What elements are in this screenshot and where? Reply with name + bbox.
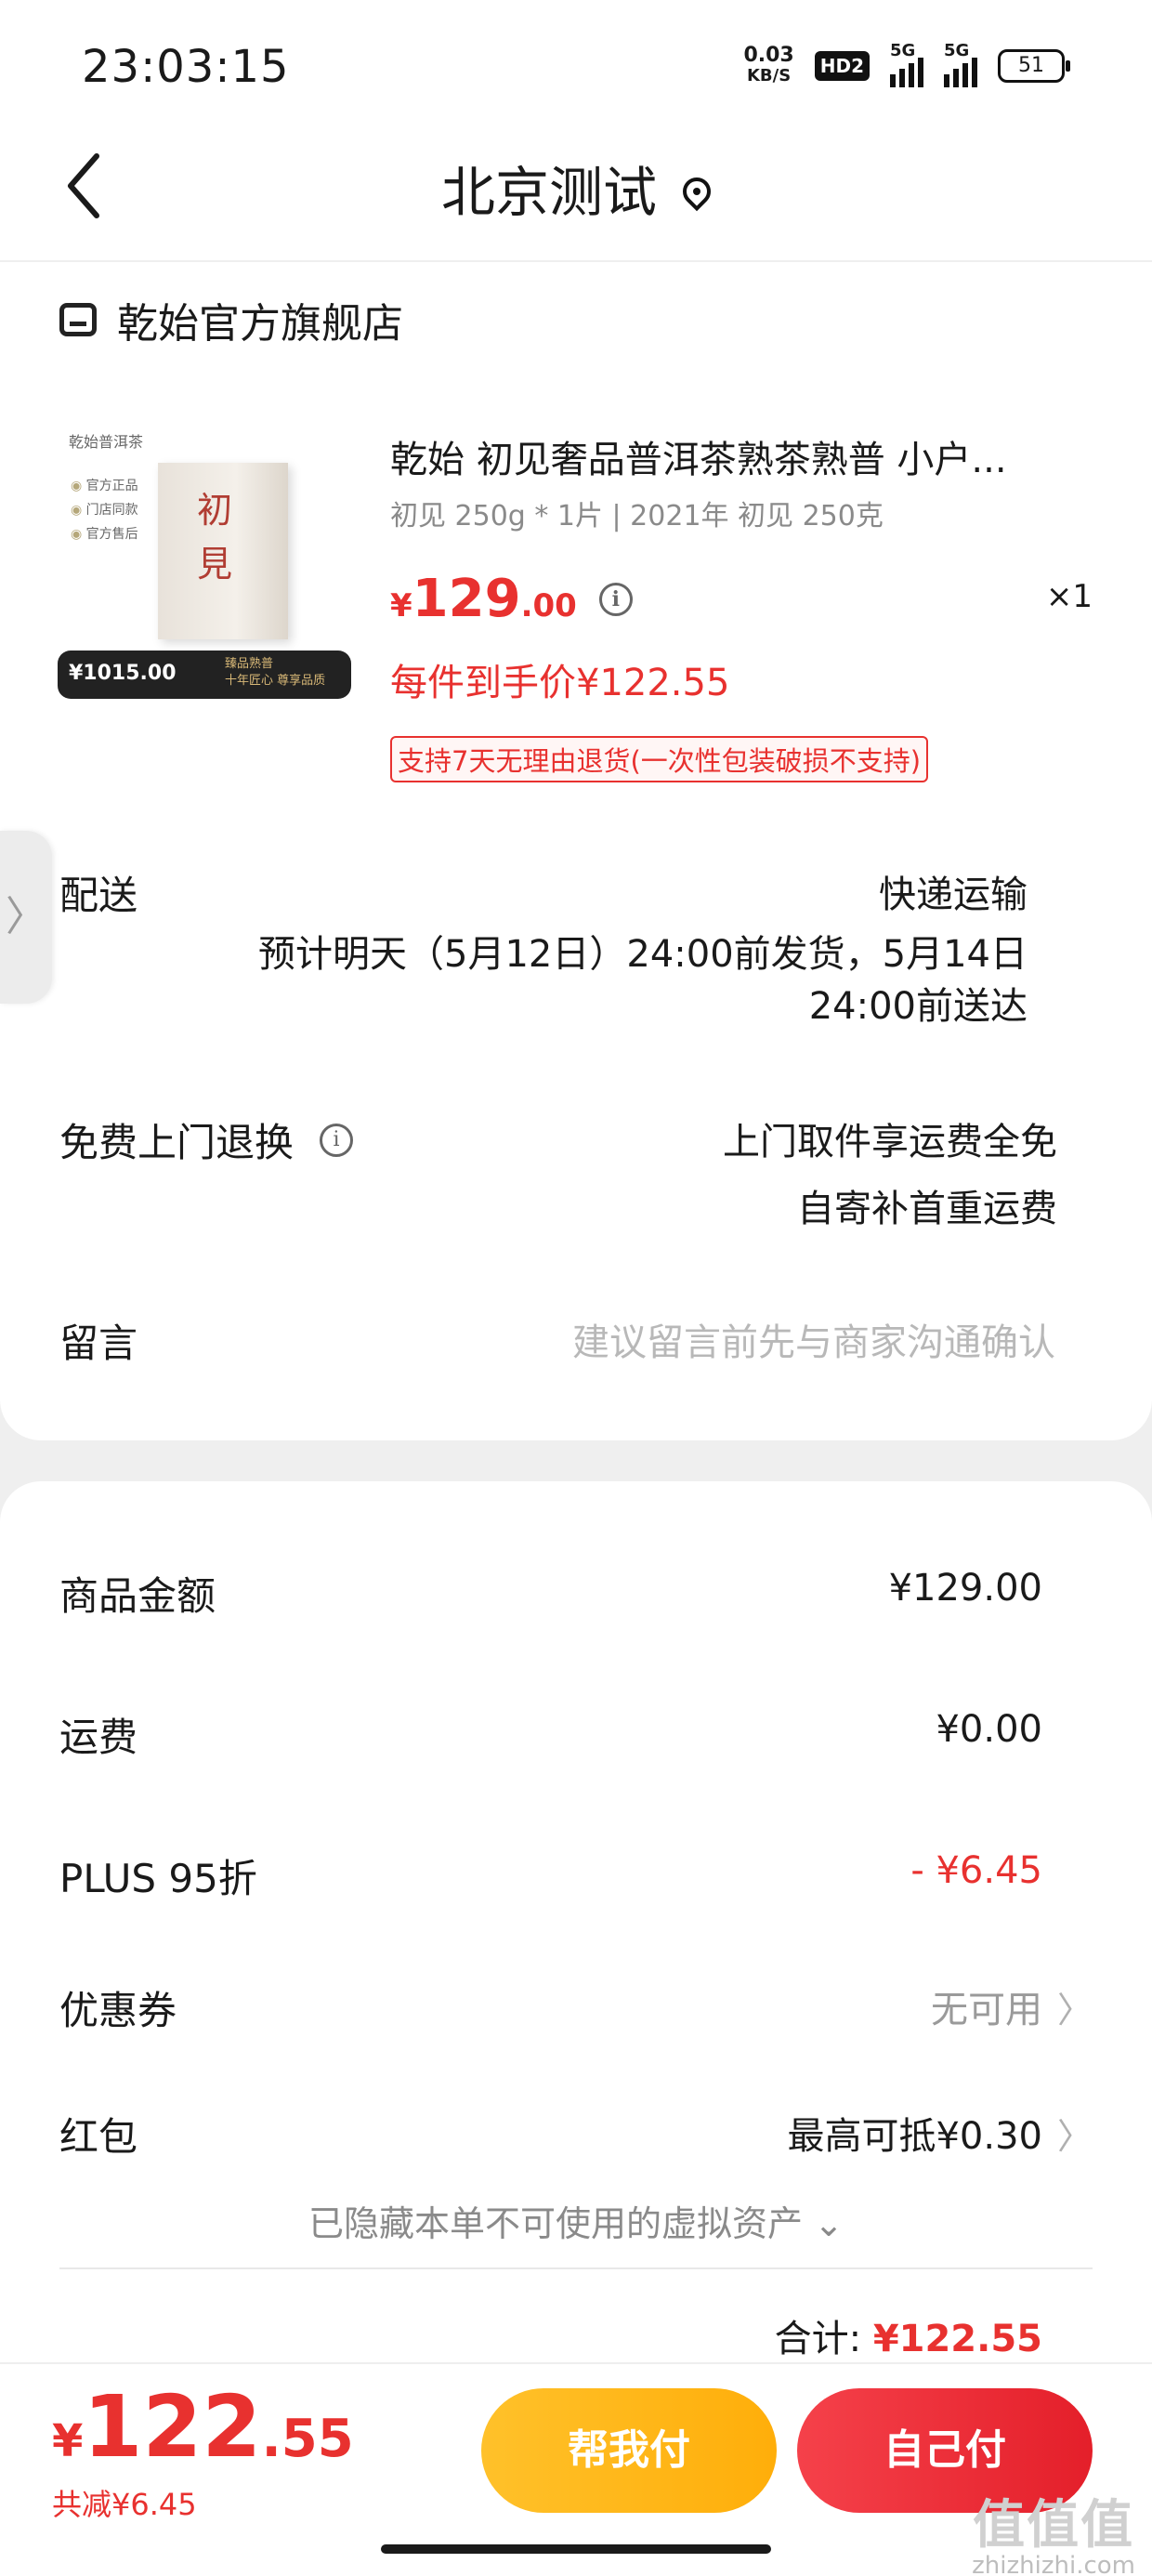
quantity: ×1	[1045, 578, 1093, 615]
red-packet-label: 红包	[59, 2114, 138, 2160]
goods-amount-value: ¥129.00	[888, 1567, 1042, 1610]
network-speed: 0.03 KB/S	[743, 44, 794, 86]
side-expand-tab[interactable]: 〉	[0, 831, 52, 1004]
address-title: 北京测试	[440, 161, 657, 224]
free-return-line1: 上门取件享运费全免	[723, 1121, 1057, 1163]
info-icon[interactable]: i	[320, 1123, 354, 1157]
delivery-eta-line2: 24:00前送达	[808, 985, 1028, 1028]
delivery-label: 配送	[59, 873, 138, 918]
shipping-value: ¥0.00	[936, 1708, 1042, 1751]
chevron-right-icon: 〉	[1056, 2115, 1093, 2157]
delivery-method[interactable]: 快递运输	[879, 864, 1028, 918]
pay-myself-button[interactable]: 自己付	[797, 2388, 1093, 2513]
status-icons: 0.03 KB/S HD2 5G 5G 51	[743, 41, 1070, 87]
delivery-eta-line1: 预计明天（5月12日）24:00前发货，5月14日	[258, 933, 1028, 976]
total-value: ¥122.55	[872, 2318, 1042, 2360]
plus-discount-label: PLUS 95折	[59, 1856, 257, 1901]
top-bar: 23:03:15 0.03 KB/S HD2 5G 5G 51 北京测试	[0, 0, 1152, 260]
price-info-icon[interactable]: i	[598, 582, 633, 616]
final-price: ¥122.55	[52, 2377, 354, 2477]
product-title[interactable]: 乾始 初见奢品普洱茶熟茶熟普 小户...	[390, 429, 1096, 483]
plus-discount-value: - ¥6.45	[910, 1849, 1042, 1892]
free-return-line2: 自寄补首重运费	[797, 1188, 1057, 1230]
coupon-row[interactable]: 无可用 〉	[931, 1979, 1093, 2033]
shipping-label: 运费	[59, 1715, 138, 1760]
unit-final-price: 每件到手价¥122.55	[390, 662, 730, 704]
store-icon	[59, 303, 97, 336]
image-brand-text: 乾始普洱茶	[69, 433, 144, 451]
shop-header[interactable]: 乾始官方旗舰店	[59, 290, 403, 349]
battery-icon: 51	[998, 49, 1070, 83]
home-indicator[interactable]	[381, 2544, 771, 2554]
chevron-down-icon: ⌄	[814, 2203, 844, 2244]
watermark-logo: 值值值 zhizhizhi.com	[972, 2495, 1135, 2576]
goods-amount-label: 商品金额	[59, 1573, 216, 1619]
product-spec: 初见 250g * 1片 | 2021年 初见 250克	[390, 500, 884, 532]
signal-icon-2: 5G	[944, 41, 977, 87]
help-me-pay-button[interactable]: 帮我付	[481, 2388, 777, 2513]
total-saved: 共减¥6.45	[52, 2487, 197, 2522]
coupon-label: 优惠券	[59, 1988, 177, 2033]
return-policy-tag: 支持7天无理由退货(一次性包装破损不支持)	[390, 736, 929, 782]
total-row: 合计: ¥122.55	[775, 2308, 1042, 2362]
location-pin-icon	[676, 171, 717, 212]
order-item-card: 乾始官方旗舰店 乾始普洱茶 官方正品 门店同款 官方售后 初 見 ¥1015.0…	[0, 262, 1152, 1440]
hidden-assets-toggle[interactable]: 已隐藏本单不可使用的虚拟资产 ⌄	[0, 2195, 1152, 2246]
message-input[interactable]: 建议留言前先与商家沟通确认	[572, 1312, 1055, 1366]
fee-summary-card: 商品金额 ¥129.00 运费 ¥0.00 PLUS 95折 - ¥6.45 优…	[0, 1481, 1152, 2411]
hd-icon: HD2	[814, 51, 870, 81]
chevron-right-icon: 〉	[1056, 1989, 1093, 2031]
product-price: ¥129.00 i	[390, 569, 633, 629]
image-price-band: ¥1015.00 臻品熟普 十年匠心 尊享品质	[58, 651, 351, 699]
free-return-row: 免费上门退换 i	[59, 1111, 354, 1168]
shop-name: 乾始官方旗舰店	[117, 300, 403, 348]
tea-box-graphic: 初 見	[158, 463, 288, 639]
red-packet-value: 最高可抵¥0.30	[787, 2115, 1042, 2158]
signal-icon: 5G	[890, 41, 923, 87]
message-label: 留言	[59, 1321, 138, 1366]
image-tags: 官方正品 门店同款 官方售后	[71, 474, 138, 546]
status-time: 23:03:15	[82, 41, 290, 93]
total-label: 合计:	[774, 2318, 873, 2360]
coupon-value: 无可用	[930, 1989, 1042, 2031]
product-image[interactable]: 乾始普洱茶 官方正品 门店同款 官方售后 初 見 ¥1015.00 臻品熟普 十…	[58, 420, 351, 725]
free-return-label: 免费上门退换	[59, 1120, 295, 1165]
red-packet-row[interactable]: 最高可抵¥0.30 〉	[787, 2106, 1093, 2160]
divider	[59, 2267, 1093, 2269]
page-title[interactable]: 北京测试	[0, 149, 1152, 227]
